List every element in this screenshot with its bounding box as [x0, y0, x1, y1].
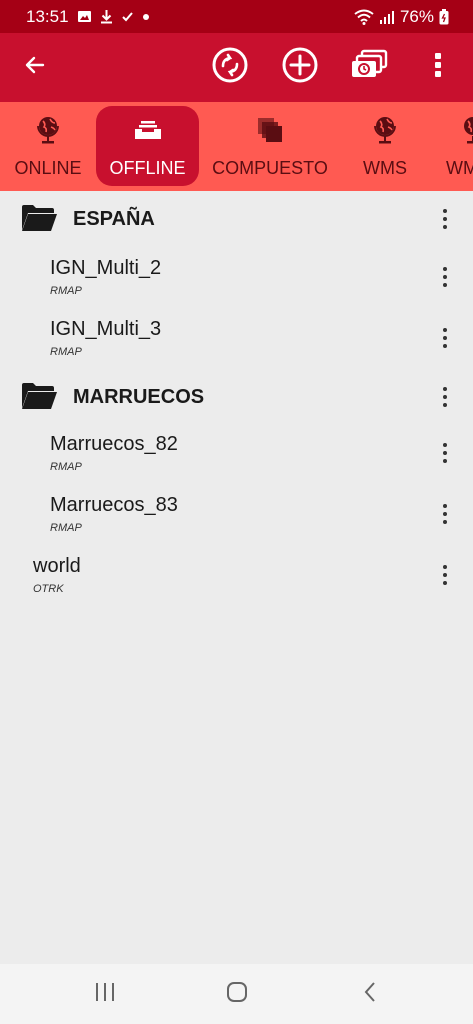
more-options-button[interactable]	[433, 204, 457, 234]
item-type: OTRK	[33, 583, 64, 595]
list-item[interactable]: IGN_Multi_2 RMAP	[0, 247, 473, 308]
item-type: RMAP	[50, 285, 82, 297]
globe-icon	[372, 114, 398, 146]
folder-open-icon	[20, 381, 58, 416]
status-left: 13:51	[26, 7, 150, 27]
home-button[interactable]	[217, 978, 257, 1010]
item-title: Marruecos_83	[50, 494, 178, 516]
back-icon	[363, 981, 377, 1008]
more-vert-icon	[434, 52, 442, 83]
tab-offline[interactable]: OFFLINE	[96, 106, 199, 186]
signal-icon	[379, 10, 395, 24]
tab-label: WMS	[363, 158, 407, 178]
back-nav-button[interactable]	[350, 978, 390, 1010]
status-time: 13:51	[26, 6, 69, 26]
stacked-layers-icon	[255, 114, 285, 146]
battery-percent: 76%	[399, 6, 434, 26]
globe-icon	[460, 114, 473, 146]
list-item[interactable]: Marruecos_83 RMAP	[0, 486, 473, 547]
more-options-button[interactable]	[433, 323, 457, 353]
more-options-button[interactable]	[433, 262, 457, 292]
battery-icon	[439, 8, 449, 25]
tab-label: ONLINE	[14, 158, 82, 178]
more-options-button[interactable]	[433, 438, 457, 468]
tab-wms[interactable]: WMS	[346, 106, 424, 186]
status-bar: 13:51 76%	[0, 0, 473, 33]
add-circle-icon	[281, 46, 319, 89]
folder-label: ESPAÑA	[73, 208, 155, 230]
layers-stack-icon	[349, 49, 389, 86]
tab-label: COMPUESTO	[212, 158, 328, 178]
item-title: world	[33, 555, 81, 577]
item-title: IGN_Multi_3	[50, 318, 162, 340]
inbox-tray-icon	[133, 114, 163, 146]
more-options-button[interactable]	[433, 560, 457, 590]
more-options-button[interactable]	[433, 382, 457, 412]
download-icon	[100, 9, 113, 24]
globe-icon	[35, 114, 61, 146]
folder-row-espana[interactable]: ESPAÑA	[0, 191, 473, 247]
layers-button[interactable]	[345, 33, 393, 102]
tab-label: WM	[446, 158, 473, 178]
list-item[interactable]: world OTRK	[0, 547, 473, 608]
check-icon	[121, 10, 134, 23]
dot-icon	[142, 13, 150, 21]
folder-label: MARRUECOS	[73, 386, 205, 408]
status-right: 76%	[354, 7, 449, 27]
system-nav-bar	[0, 964, 473, 1024]
tab-strip: ONLINE OFFLINE COMPUESTO WMS WM	[0, 102, 473, 191]
list-item[interactable]: IGN_Multi_3 RMAP	[0, 308, 473, 369]
list-item[interactable]: Marruecos_82 RMAP	[0, 425, 473, 486]
gallery-icon	[77, 9, 92, 24]
item-type: RMAP	[50, 346, 82, 358]
tab-online[interactable]: ONLINE	[0, 106, 96, 186]
folder-open-icon	[20, 203, 58, 238]
back-button[interactable]	[11, 33, 59, 102]
back-arrow-icon	[23, 53, 47, 82]
more-options-button[interactable]	[433, 499, 457, 529]
item-type: RMAP	[50, 461, 82, 473]
add-button[interactable]	[276, 33, 324, 102]
item-type: RMAP	[50, 522, 82, 534]
tab-compuesto[interactable]: COMPUESTO	[208, 106, 332, 186]
tab-wm-partial[interactable]: WM	[440, 106, 473, 186]
app-toolbar	[0, 33, 473, 102]
wifi-icon	[354, 9, 374, 25]
recent-apps-icon	[94, 982, 116, 1007]
folder-row-marruecos[interactable]: MARRUECOS	[0, 369, 473, 425]
sync-icon	[211, 46, 249, 89]
item-title: Marruecos_82	[50, 433, 178, 455]
item-title: IGN_Multi_2	[50, 257, 162, 279]
sync-button[interactable]	[206, 33, 254, 102]
more-options-button[interactable]	[414, 33, 462, 102]
recent-apps-button[interactable]	[85, 978, 125, 1010]
tab-label: OFFLINE	[109, 158, 186, 178]
home-icon	[226, 981, 248, 1008]
